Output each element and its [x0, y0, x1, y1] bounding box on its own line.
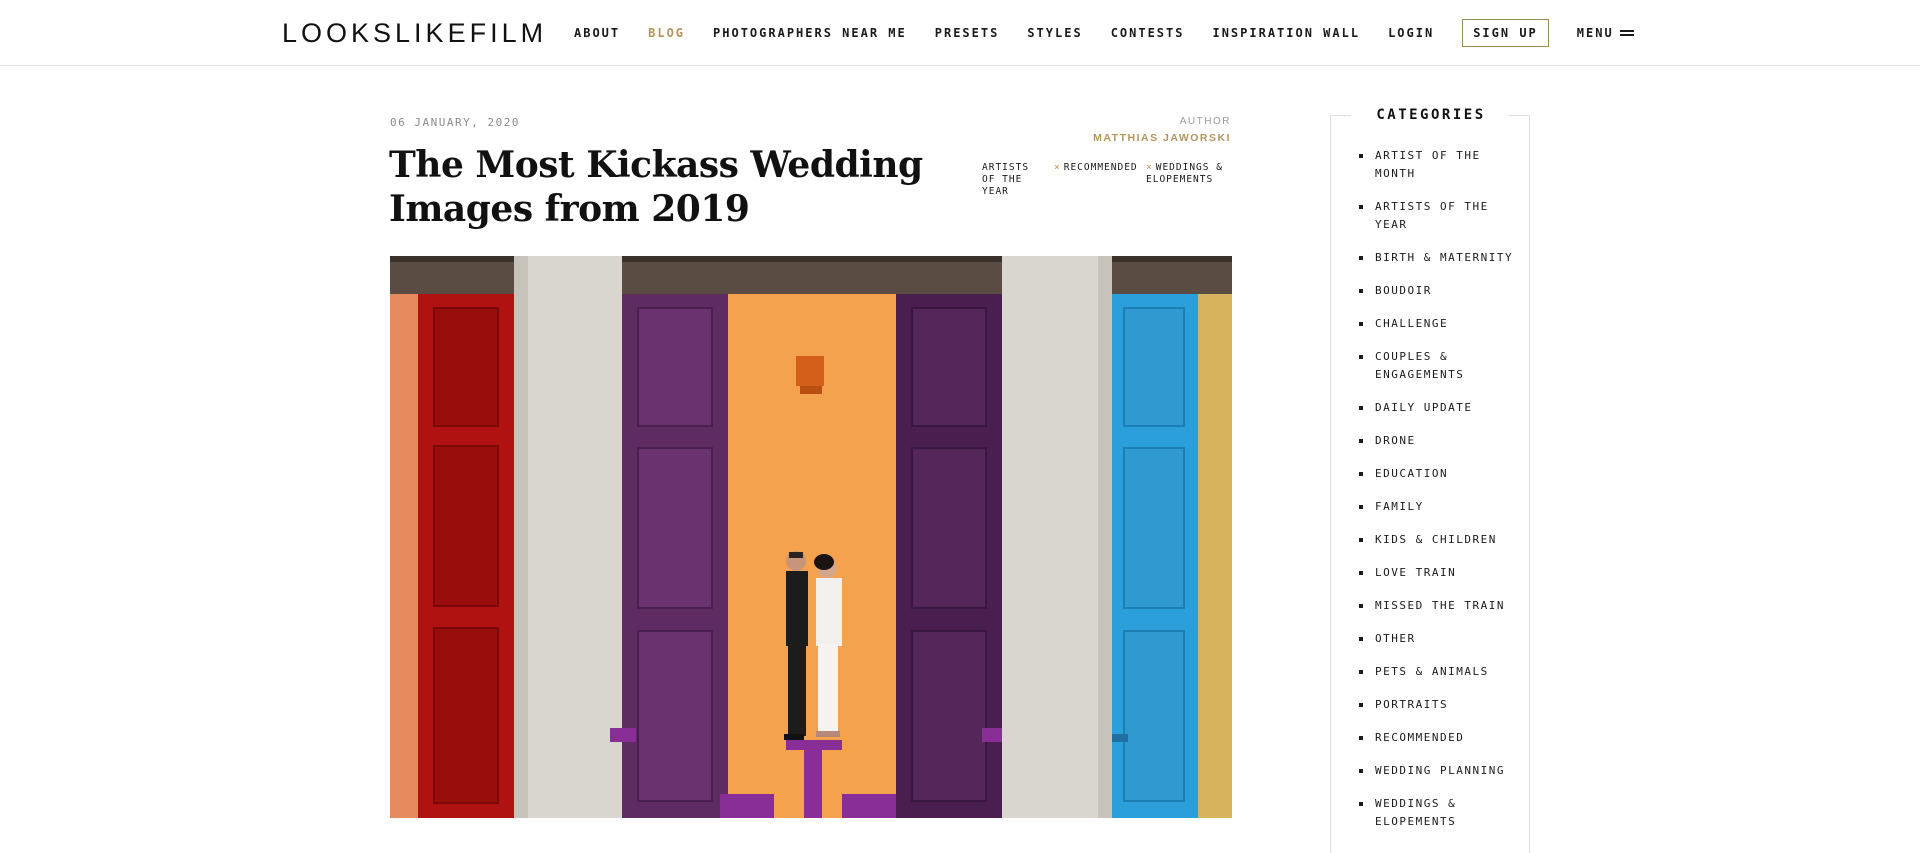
- nav-item-login[interactable]: LOGIN: [1388, 26, 1434, 40]
- nav-item-about[interactable]: ABOUT: [574, 26, 620, 40]
- tag-remove-icon: ×: [1054, 162, 1061, 173]
- site-header: LOOKSLIKEFILM ABOUT BLOG PHOTOGRAPHERS N…: [0, 0, 1920, 66]
- category-birth-maternity[interactable]: BIRTH & MATERNITY: [1359, 249, 1519, 267]
- tag-recommended[interactable]: × RECOMMENDED: [1054, 162, 1154, 174]
- site-logo[interactable]: LOOKSLIKEFILM: [282, 18, 547, 49]
- category-artist-of-the-month[interactable]: ARTIST OF THE MONTH: [1359, 147, 1519, 183]
- tag-label: WEDDINGS & ELOPEMENTS: [1146, 162, 1223, 185]
- category-family[interactable]: FAMILY: [1359, 498, 1519, 516]
- nav-item-photographers-near-me[interactable]: PHOTOGRAPHERS NEAR ME: [713, 26, 907, 40]
- tag-artists-of-the-year[interactable]: ARTISTS OF THE YEAR: [982, 162, 1034, 198]
- category-list: ARTIST OF THE MONTH ARTISTS OF THE YEAR …: [1359, 147, 1519, 846]
- wedding-couple-photo: [390, 256, 1232, 818]
- tag-remove-icon: ×: [1146, 162, 1153, 173]
- post-title: The Most Kickass Wedding Images from 201…: [389, 144, 923, 230]
- category-challenge[interactable]: CHALLENGE: [1359, 315, 1519, 333]
- author-name-link[interactable]: MATTHIAS JAWORSKI: [1093, 132, 1231, 144]
- category-drone[interactable]: DRONE: [1359, 432, 1519, 450]
- nav-item-inspiration-wall[interactable]: INSPIRATION WALL: [1212, 26, 1360, 40]
- sign-up-button[interactable]: SIGN UP: [1462, 19, 1549, 47]
- category-boudoir[interactable]: BOUDOIR: [1359, 282, 1519, 300]
- post-tags: ARTISTS OF THE YEAR × RECOMMENDED × WEDDIN…: [982, 162, 1232, 202]
- hero-photo: [390, 256, 1232, 818]
- nav-item-blog[interactable]: BLOG: [648, 26, 685, 40]
- category-recommended[interactable]: RECOMMENDED: [1359, 729, 1519, 747]
- category-education[interactable]: EDUCATION: [1359, 465, 1519, 483]
- category-wedding-planning[interactable]: WEDDING PLANNING: [1359, 762, 1519, 780]
- nav-item-styles[interactable]: STYLES: [1027, 26, 1082, 40]
- menu-button[interactable]: MENU: [1577, 26, 1634, 40]
- menu-label: MENU: [1576, 26, 1614, 40]
- tag-label: ARTISTS OF THE YEAR: [982, 162, 1030, 197]
- post-date: 06 JANUARY, 2020: [390, 116, 520, 129]
- categories-heading: CATEGORIES: [1376, 107, 1486, 123]
- category-missed-the-train[interactable]: MISSED THE TRAIN: [1359, 597, 1519, 615]
- category-pets-animals[interactable]: PETS & ANIMALS: [1359, 663, 1519, 681]
- category-other[interactable]: OTHER: [1359, 630, 1519, 648]
- main-nav: ABOUT BLOG PHOTOGRAPHERS NEAR ME PRESETS…: [574, 18, 1634, 48]
- author-label: AUTHOR: [1179, 116, 1231, 127]
- category-daily-update[interactable]: DAILY UPDATE: [1359, 399, 1519, 417]
- nav-item-presets[interactable]: PRESETS: [935, 26, 1000, 40]
- tag-label: RECOMMENDED: [1063, 162, 1138, 173]
- category-love-train[interactable]: LOVE TRAIN: [1359, 564, 1519, 582]
- tag-weddings-elopements[interactable]: × WEDDINGS & ELOPEMENTS: [1146, 162, 1232, 186]
- nav-item-contests[interactable]: CONTESTS: [1111, 26, 1185, 40]
- category-portraits[interactable]: PORTRAITS: [1359, 696, 1519, 714]
- category-couples-engagements[interactable]: COUPLES & ENGAGEMENTS: [1359, 348, 1519, 384]
- category-kids-children[interactable]: KIDS & CHILDREN: [1359, 531, 1519, 549]
- categories-sidebar: CATEGORIES ARTIST OF THE MONTH ARTISTS O…: [1330, 107, 1530, 853]
- hamburger-icon: [1619, 30, 1634, 36]
- category-artists-of-the-year[interactable]: ARTISTS OF THE YEAR: [1359, 198, 1519, 234]
- category-weddings-elopements[interactable]: WEDDINGS & ELOPEMENTS: [1359, 795, 1519, 831]
